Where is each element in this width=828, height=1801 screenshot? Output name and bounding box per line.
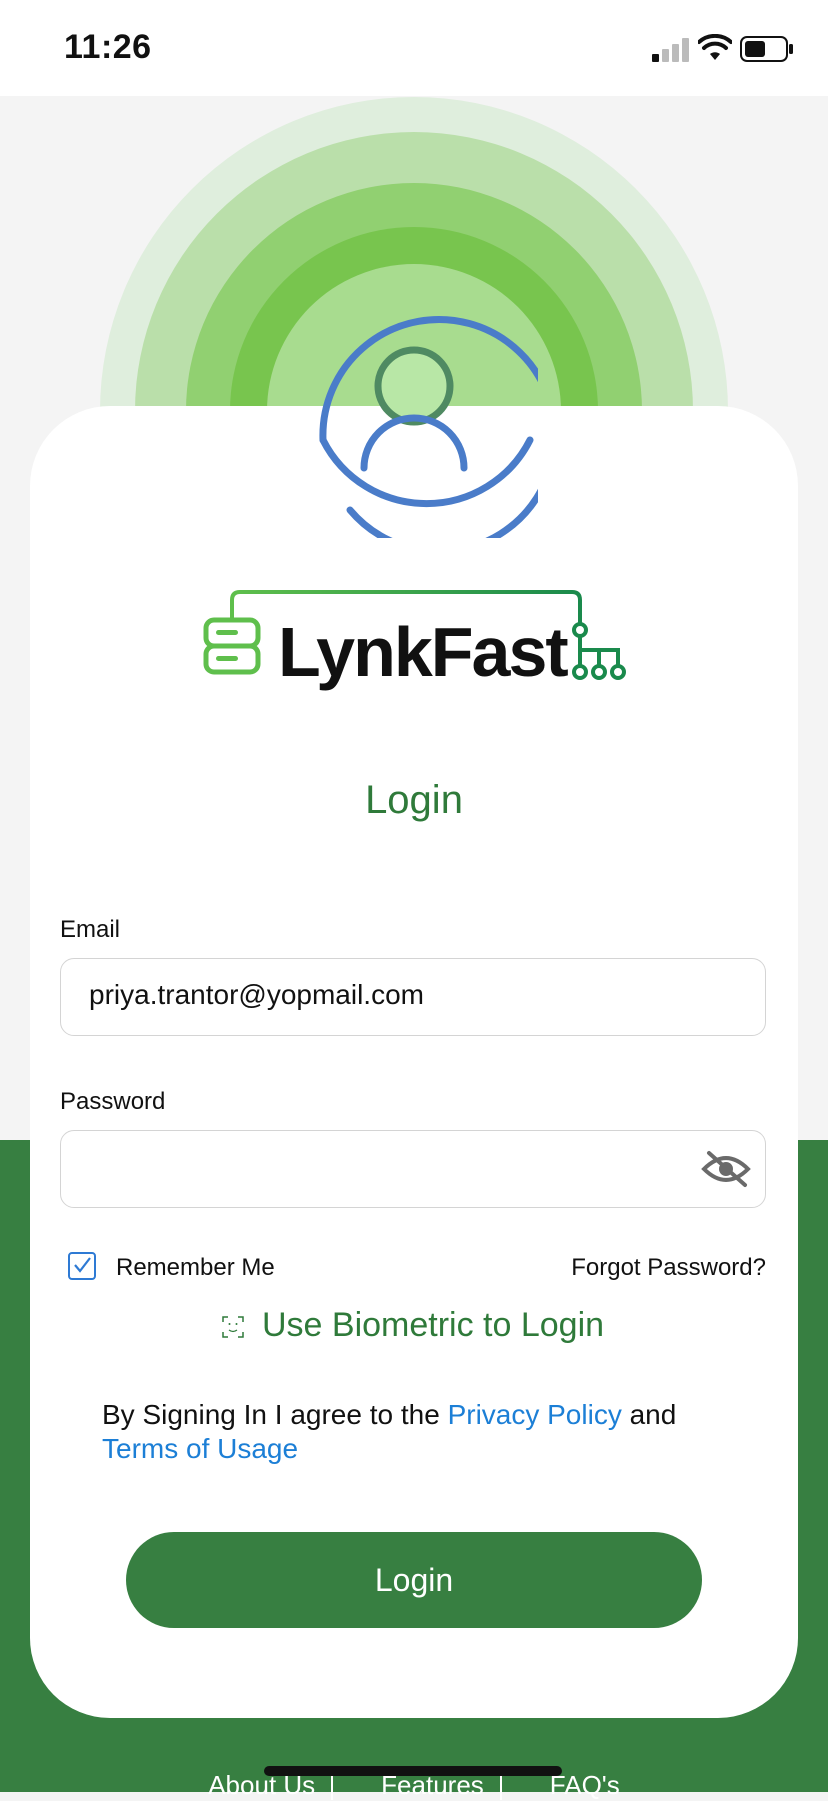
server-logo-icon — [203, 617, 261, 675]
status-time: 11:26 — [64, 28, 152, 66]
agreement-middle: and — [621, 1399, 677, 1430]
forgot-password-link[interactable]: Forgot Password? — [571, 1254, 766, 1282]
password-field[interactable] — [60, 1130, 766, 1208]
terms-link[interactable]: Terms of Usage — [102, 1433, 298, 1464]
email-field[interactable]: priya.trantor@yopmail.com — [60, 958, 766, 1036]
wifi-icon — [698, 34, 732, 60]
remember-me-checkbox[interactable] — [68, 1252, 96, 1280]
page-title: Login — [365, 778, 463, 822]
login-button[interactable]: Login — [126, 1532, 702, 1628]
biometric-login-link[interactable]: Use Biometric to Login — [262, 1306, 604, 1345]
agreement-prefix: By Signing In I agree to the — [102, 1399, 448, 1430]
eye-off-icon[interactable] — [701, 1149, 751, 1189]
checkbox-check-icon — [74, 1257, 91, 1273]
email-label: Email — [60, 916, 121, 943]
network-logo-icon — [572, 622, 626, 680]
status-bar: 11:26 — [0, 0, 828, 96]
privacy-policy-link[interactable]: Privacy Policy — [448, 1399, 622, 1430]
home-indicator[interactable] — [264, 1766, 562, 1776]
face-id-icon[interactable] — [222, 1316, 244, 1338]
email-value: priya.trantor@yopmail.com — [89, 979, 424, 1010]
avatar-icon — [319, 316, 538, 538]
brand-name: LynkFast — [278, 613, 569, 691]
battery-icon — [740, 36, 793, 62]
password-label: Password — [60, 1088, 166, 1115]
signal-icon — [652, 38, 689, 62]
remember-me-label[interactable]: Remember Me — [116, 1254, 275, 1282]
agreement-text: By Signing In I agree to the Privacy Pol… — [102, 1398, 722, 1466]
